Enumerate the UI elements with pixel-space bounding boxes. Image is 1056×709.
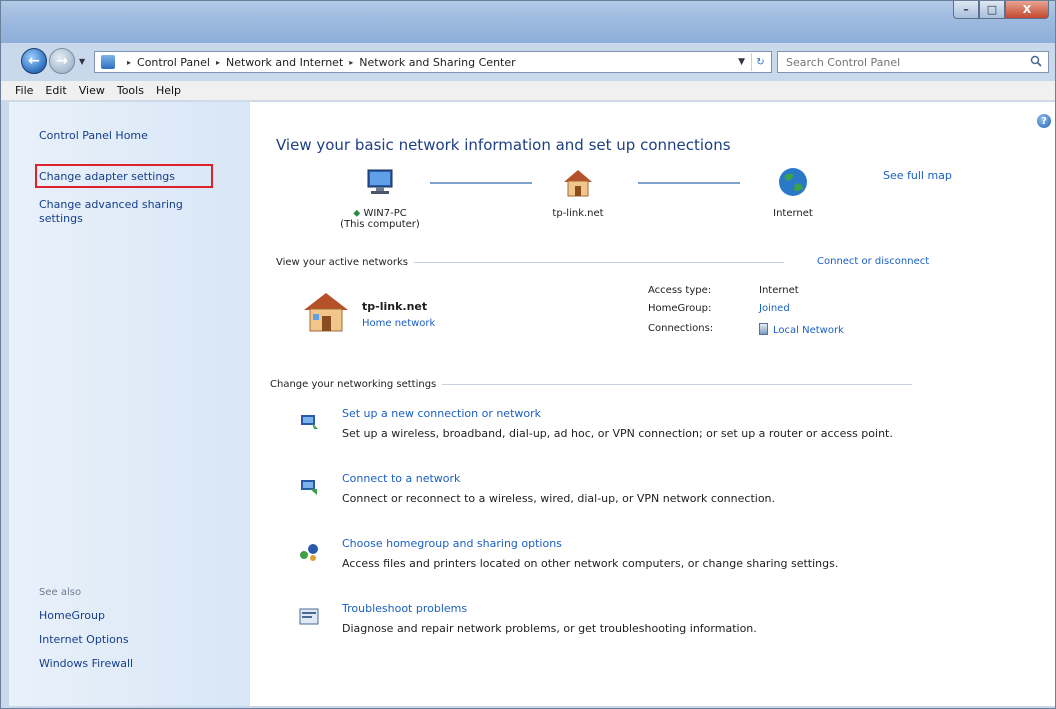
task-title[interactable]: Connect to a network	[342, 472, 460, 485]
breadcrumb-separator-icon[interactable]: ▸	[349, 58, 353, 67]
task-title[interactable]: Troubleshoot problems	[342, 602, 467, 615]
access-type-label: Access type:	[648, 285, 712, 296]
computer-name-label: WIN7-PC	[363, 208, 407, 219]
breadcrumb-network-and-internet[interactable]: Network and Internet	[226, 56, 343, 69]
task-title[interactable]: Choose homegroup and sharing options	[342, 537, 562, 550]
network-name: tp-link.net	[362, 300, 428, 313]
menu-edit[interactable]: Edit	[39, 84, 72, 97]
homegroup-value-link[interactable]: Joined	[759, 303, 790, 314]
search-input[interactable]	[786, 55, 1016, 69]
address-bar[interactable]: ▸ Control Panel ▸ Network and Internet ▸…	[94, 51, 772, 73]
page-title: View your basic network information and …	[276, 136, 731, 154]
homegroup-label: HomeGroup:	[648, 303, 712, 314]
task-description: Set up a wireless, broadband, dial-up, a…	[342, 427, 893, 440]
title-bar: – □ X	[1, 1, 1055, 43]
search-icon[interactable]	[1030, 55, 1042, 67]
task-description: Access files and printers located on oth…	[342, 557, 839, 570]
menu-file[interactable]: File	[9, 84, 39, 97]
connections-value-link[interactable]: Local Network	[759, 323, 844, 336]
computer-icon	[362, 166, 398, 200]
menu-tools[interactable]: Tools	[111, 84, 150, 97]
house-icon	[560, 166, 596, 200]
map-node-router[interactable]: tp-link.net	[533, 166, 623, 219]
access-type-value: Internet	[759, 285, 799, 296]
address-tail: ▼ ↻	[738, 53, 769, 71]
task-title[interactable]: Set up a new connection or network	[342, 407, 541, 420]
back-button[interactable]: ←	[21, 48, 47, 74]
task-description: Connect or reconnect to a wireless, wire…	[342, 492, 776, 505]
window: – □ X ← → ▼ ▸ Control Panel ▸ Network an…	[0, 0, 1056, 709]
see-also-internet-options-link[interactable]: Internet Options	[39, 633, 129, 646]
control-panel-icon	[101, 55, 115, 69]
home-network-icon	[302, 288, 350, 336]
section-divider	[413, 262, 784, 263]
breadcrumb-control-panel[interactable]: Control Panel	[137, 56, 210, 69]
connect-network-icon	[301, 480, 317, 495]
ethernet-icon	[759, 323, 768, 335]
search-box[interactable]	[777, 51, 1049, 73]
menu-view[interactable]: View	[73, 84, 111, 97]
map-link-line	[430, 182, 532, 184]
recent-pages-dropdown-icon[interactable]: ▼	[79, 57, 89, 66]
address-dropdown-icon[interactable]: ▼	[738, 57, 745, 67]
forward-button[interactable]: →	[49, 48, 75, 74]
minimize-button[interactable]: –	[953, 1, 979, 19]
help-icon[interactable]: ?	[1037, 114, 1051, 128]
change-advanced-sharing-link[interactable]: Change advanced sharing settings	[39, 198, 209, 226]
map-node-computer[interactable]: ⬥ WIN7-PC (This computer)	[325, 166, 435, 230]
active-networks-label: View your active networks	[276, 257, 408, 268]
internet-name: Internet	[773, 208, 813, 219]
maximize-button[interactable]: □	[979, 1, 1005, 19]
breadcrumb-network-sharing-center[interactable]: Network and Sharing Center	[359, 56, 515, 69]
breadcrumb-separator-icon[interactable]: ▸	[127, 58, 131, 67]
change-adapter-settings-link[interactable]: Change adapter settings	[39, 170, 175, 183]
connections-label: Connections:	[648, 323, 714, 334]
homegroup-icon	[300, 544, 318, 561]
connect-or-disconnect-link[interactable]: Connect or disconnect	[817, 256, 929, 267]
control-panel-home-link[interactable]: Control Panel Home	[39, 129, 148, 142]
computer-subtitle: (This computer)	[340, 219, 420, 230]
router-name: tp-link.net	[552, 208, 604, 219]
new-connection-icon	[301, 415, 318, 429]
see-full-map-link[interactable]: See full map	[883, 169, 952, 182]
see-also-heading: See also	[39, 587, 82, 598]
connections-value[interactable]: Local Network	[773, 325, 844, 336]
see-also-windows-firewall-link[interactable]: Windows Firewall	[39, 657, 133, 670]
troubleshoot-icon	[299, 608, 319, 625]
map-node-internet[interactable]: Internet	[748, 166, 838, 219]
network-adapter-icon: ⬥	[353, 208, 361, 219]
globe-icon	[775, 166, 811, 200]
network-type-link[interactable]: Home network	[362, 318, 435, 329]
computer-name: ⬥ WIN7-PC	[325, 208, 435, 219]
breadcrumb-separator-icon[interactable]: ▸	[216, 58, 220, 67]
section-divider	[442, 384, 913, 385]
close-button[interactable]: X	[1005, 1, 1049, 19]
caption-buttons: – □ X	[953, 1, 1049, 19]
menu-bar: File Edit View Tools Help	[1, 81, 1055, 101]
main-content: ? View your basic network information an…	[250, 102, 1055, 706]
refresh-icon[interactable]: ↻	[751, 53, 769, 71]
menu-help[interactable]: Help	[150, 84, 187, 97]
navigation-bar: ← → ▼ ▸ Control Panel ▸ Network and Inte…	[1, 48, 1055, 76]
map-link-line	[638, 182, 740, 184]
task-pane: Control Panel Home Change adapter settin…	[9, 102, 250, 706]
see-also-homegroup-link[interactable]: HomeGroup	[39, 609, 105, 622]
change-settings-label: Change your networking settings	[270, 379, 437, 390]
change-settings-heading: Change your networking settings	[270, 379, 960, 390]
task-description: Diagnose and repair network problems, or…	[342, 622, 757, 635]
